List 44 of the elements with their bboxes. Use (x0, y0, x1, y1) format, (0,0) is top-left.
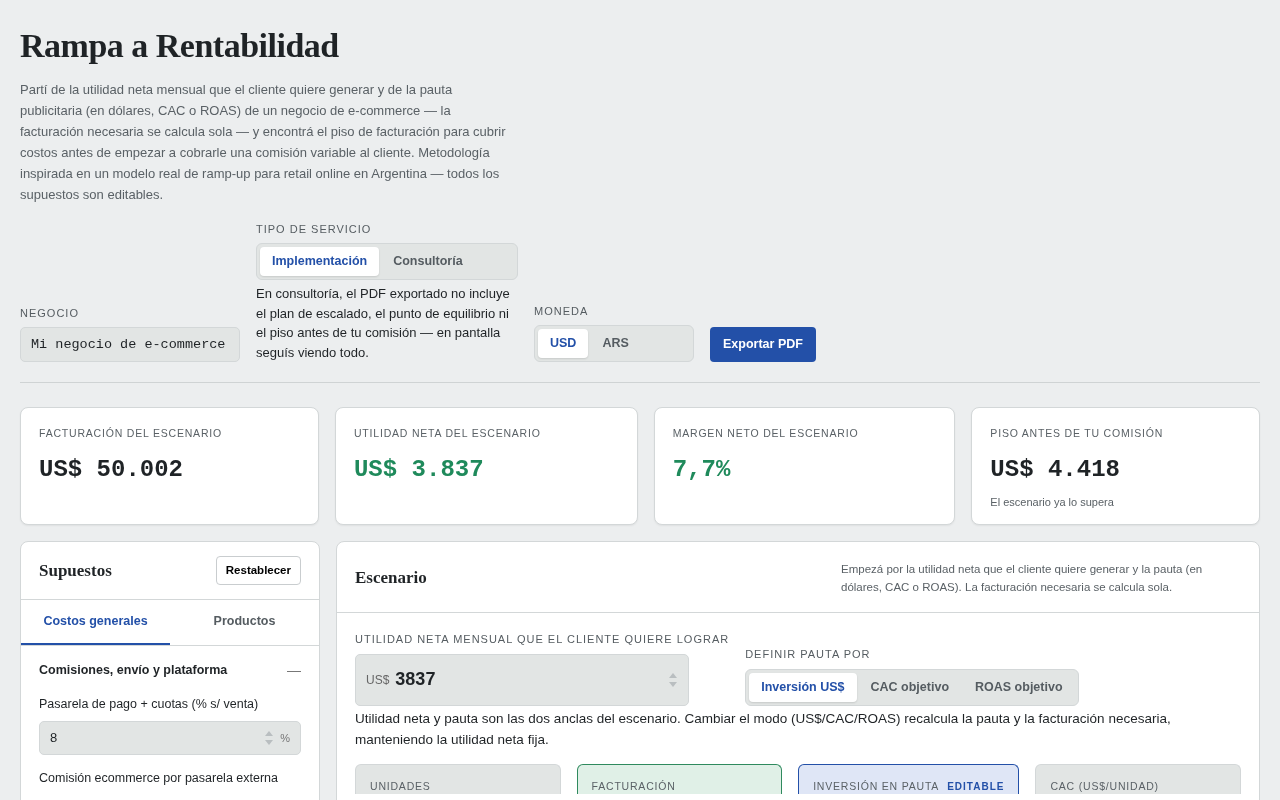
field-label: UTILIDAD NETA MENSUAL QUE EL CLIENTE QUIERE LOGRAR (355, 632, 730, 648)
note: Utilidad neta y pauta son las dos anclas del escenario. Cambiar el modo (US$/CAC/ROAS) recalcula la pauta y la facturación necesaria, manteniendo la utilidad neta fija. (355, 709, 1172, 749)
stat-value: US$ 4.418 (990, 454, 1121, 485)
field-label: MONEDA (534, 303, 590, 319)
stat-note: El escenario ya lo supera (990, 494, 1115, 510)
tab[interactable]: Costos generales (21, 600, 170, 646)
panel-title: Supuestos (39, 559, 112, 582)
export-button[interactable]: Exportar PDF (710, 327, 816, 363)
business-name-field[interactable]: Mi negocio de e-commerce (20, 327, 240, 363)
number-field[interactable]: 8 % (39, 720, 301, 755)
segment-option[interactable]: ARS (590, 329, 641, 359)
profit-field[interactable]: US$ 3837 (355, 653, 689, 706)
stat-label: FACTURACIÓN DEL ESCENARIO (39, 426, 223, 442)
section-title: Comisiones, envío y plataforma (39, 662, 228, 680)
panel-title: Escenario (355, 567, 427, 590)
stat-label: PISO ANTES DE TU COMISIÓN (990, 426, 1165, 442)
segment-option[interactable]: Consultoría (381, 247, 475, 277)
segment-option[interactable]: Inversión US$ (749, 672, 857, 702)
note: En consultoría, el PDF exportado no incluye el plan de escalado, el punto de equilibrio ni el piso antes de tu comisión — en pantalla seguís viendo todo. (256, 285, 511, 362)
stat-label: UTILIDAD NETA DEL ESCENARIO (353, 426, 542, 442)
panel-hint: Empezá por la utilidad neta que el cliente quiere generar y la pauta (en dólares, CAC o ROAS). La facturación necesaria se calcula sola. (841, 562, 1204, 596)
stat-value: US$ 3.837 (353, 454, 485, 485)
editable-label: EDITABLE (947, 780, 1005, 792)
field-label: TIPO DE SERVICIO (256, 221, 373, 237)
page-title: Rampa a Rentabilidad (20, 26, 340, 66)
segment-option[interactable]: CAC objetivo (858, 672, 962, 702)
tab[interactable]: Productos (170, 600, 319, 646)
field-label: Comisión ecommerce por pasarela externa (39, 769, 279, 787)
reset-button[interactable]: Restablecer (215, 556, 301, 586)
field-label: NEGOCIO (20, 305, 80, 321)
metric-label: CAC (US$/UNIDAD) (1050, 779, 1159, 792)
stat-value: US$ 50.002 (39, 454, 185, 485)
field-label: Pasarela de pago + cuotas (% s/ venta) (39, 696, 260, 714)
metric-label: INVERSIÓN EN PAUTA (813, 779, 940, 792)
stat-value: 7,7% (672, 454, 732, 485)
segment-option[interactable]: ROAS objetivo (963, 672, 1075, 702)
metric-label: UNIDADES (370, 779, 431, 792)
stat-label: MARGEN NETO DEL ESCENARIO (672, 426, 860, 442)
collapse-toggle[interactable]: — (287, 660, 301, 682)
metric-label: FACTURACIÓN (591, 779, 676, 792)
field-label: DEFINIR PAUTA POR (745, 647, 872, 663)
segment-option[interactable]: Implementación (260, 247, 380, 277)
segment-option[interactable]: USD (538, 329, 589, 359)
description: Partí de la utilidad neta mensual que el cliente quiere generar y de la pauta publicitaria (en dólares, CAC o ROAS) de un negocio de e-commerce — la facturación necesaria se calcula sola — y encontrá el piso de facturación para cubrir costos antes de empezar a cobrarle una comisión variable al cliente. Metodología inspirada en un modelo real de ramp-up para retail online en Argentina — todos los supuestos son editables. (20, 80, 507, 204)
